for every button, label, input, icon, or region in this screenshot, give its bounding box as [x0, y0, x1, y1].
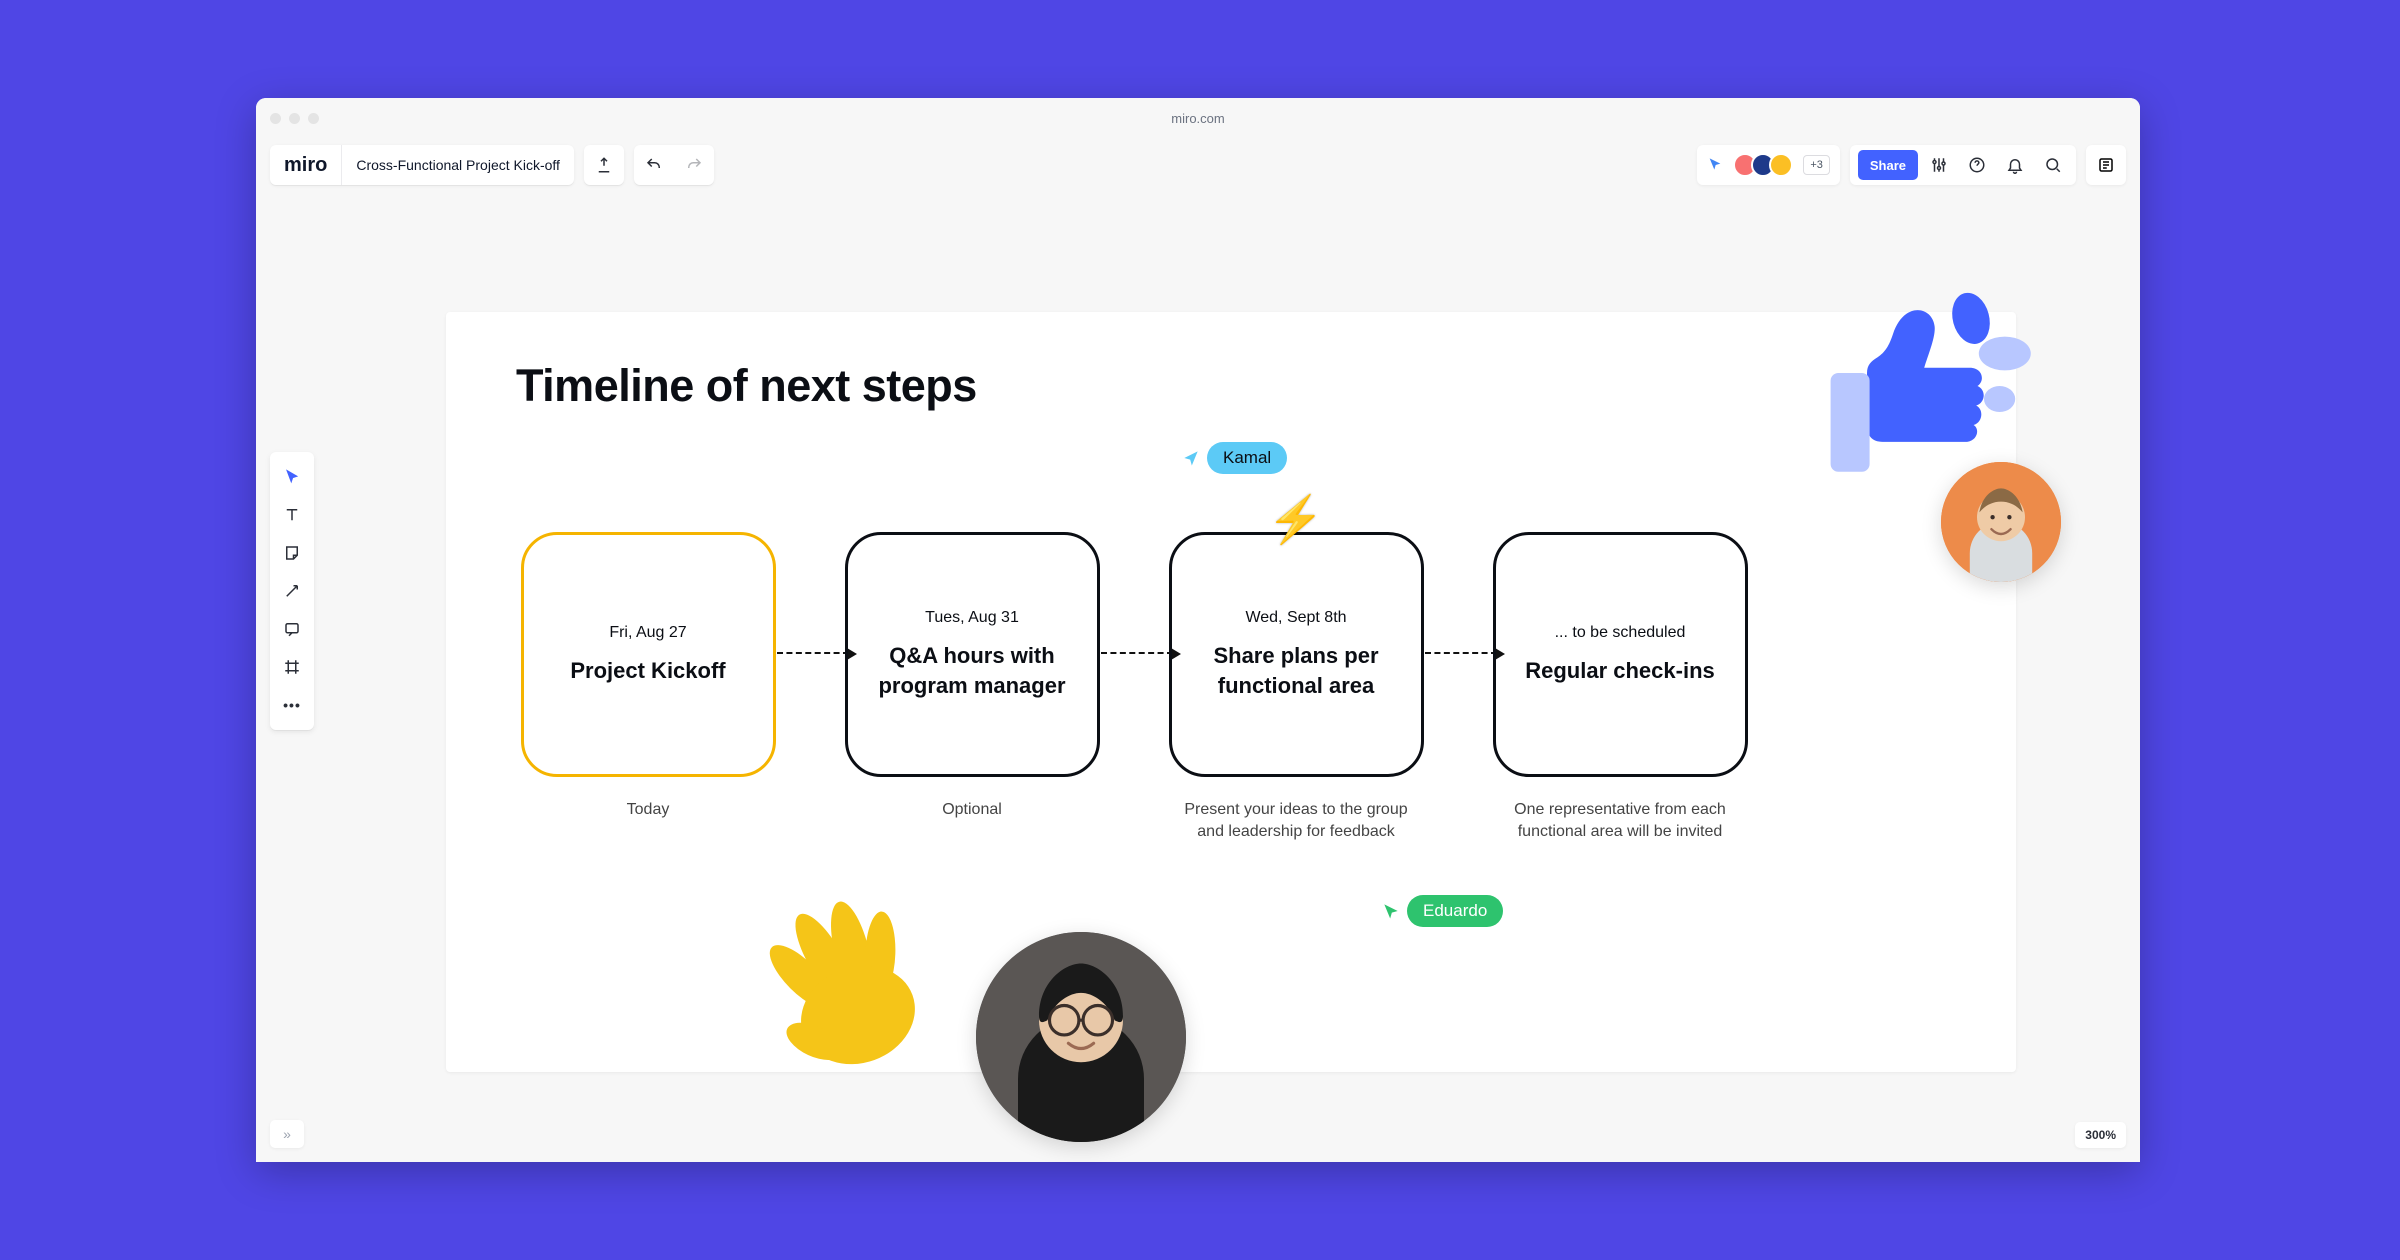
presence-cursor-icon [1707, 157, 1723, 173]
card-date: Fri, Aug 27 [609, 624, 686, 642]
cursor-icon [1381, 901, 1401, 921]
canvas-frame[interactable]: Timeline of next steps Kamal Fri, Aug 27… [446, 312, 2016, 1072]
traffic-light-close[interactable] [270, 113, 281, 124]
export-button[interactable] [584, 145, 624, 185]
timeline-step[interactable]: ... to be scheduled Regular check-ins On… [1488, 532, 1752, 844]
share-icons-card: Share [1850, 145, 2076, 185]
share-button[interactable]: Share [1858, 150, 1918, 180]
timeline-card[interactable]: Wed, Sept 8th Share plans per functional… [1169, 532, 1424, 777]
card-title: Project Kickoff [570, 656, 725, 686]
browser-chrome: miro.com [256, 98, 2140, 138]
connector-line [777, 652, 849, 654]
toolbar-right: +3 Share [1697, 145, 2126, 185]
timeline: Fri, Aug 27 Project Kickoff Today Tues, … [516, 532, 1966, 844]
lightning-icon: ⚡ [1267, 492, 1324, 547]
export-card [584, 145, 624, 185]
miro-logo[interactable]: miro [270, 145, 342, 185]
card-title: Regular check-ins [1525, 656, 1715, 686]
undo-button[interactable] [634, 145, 674, 185]
collaborator-cursor-kamal: Kamal [1181, 442, 1287, 474]
browser-window: miro.com miro Cross-Functional Project K… [256, 98, 2140, 1162]
timeline-card[interactable]: Tues, Aug 31 Q&A hours with program mana… [845, 532, 1100, 777]
presence-panel[interactable]: +3 [1697, 145, 1840, 185]
help-button[interactable] [1960, 145, 1994, 185]
connector-line [1101, 652, 1173, 654]
comment-tool[interactable] [270, 610, 314, 648]
card-caption: Present your ideas to the group and lead… [1171, 799, 1421, 844]
collaborator-tag: Eduardo [1407, 895, 1503, 927]
collaborator-tag: Kamal [1207, 442, 1287, 474]
left-toolbar: ••• [270, 452, 314, 730]
collaborator-cursor-eduardo: Eduardo [1381, 895, 1503, 927]
board-name[interactable]: Cross-Functional Project Kick-off [342, 157, 574, 173]
timeline-card[interactable]: ... to be scheduled Regular check-ins [1493, 532, 1748, 777]
timeline-step[interactable]: Tues, Aug 31 Q&A hours with program mana… [840, 532, 1104, 844]
card-caption: One representative from each functional … [1495, 799, 1745, 844]
frame-title: Timeline of next steps [516, 360, 977, 412]
select-tool[interactable] [270, 458, 314, 496]
card-title: Q&A hours with program manager [868, 641, 1077, 700]
browser-url: miro.com [1171, 111, 1224, 126]
expand-button[interactable]: » [270, 1120, 304, 1148]
card-date: ... to be scheduled [1555, 624, 1686, 642]
timeline-card[interactable]: Fri, Aug 27 Project Kickoff [521, 532, 776, 777]
search-button[interactable] [2036, 145, 2070, 185]
timeline-step[interactable]: Fri, Aug 27 Project Kickoff Today [516, 532, 780, 844]
avatar-stack [1733, 153, 1793, 177]
traffic-light-zoom[interactable] [308, 113, 319, 124]
settings-button[interactable] [1922, 145, 1956, 185]
cursor-icon [1181, 448, 1201, 468]
line-tool[interactable] [270, 572, 314, 610]
board-title-card: miro Cross-Functional Project Kick-off [270, 145, 574, 185]
text-tool[interactable] [270, 496, 314, 534]
collaborator-avatar[interactable] [1769, 153, 1793, 177]
traffic-lights [270, 113, 319, 124]
frame-tool[interactable] [270, 648, 314, 686]
undo-redo-card [634, 145, 714, 185]
canvas[interactable]: ••• Timeline of next steps Kamal Fri, Au… [256, 192, 2140, 1162]
sticky-tool[interactable] [270, 534, 314, 572]
notifications-button[interactable] [1998, 145, 2032, 185]
card-date: Wed, Sept 8th [1245, 609, 1346, 627]
card-caption: Optional [942, 799, 1002, 821]
card-date: Tues, Aug 31 [925, 609, 1019, 627]
more-tools[interactable]: ••• [270, 686, 314, 724]
timeline-step[interactable]: ⚡ Wed, Sept 8th Share plans per function… [1164, 532, 1428, 844]
redo-button[interactable] [674, 145, 714, 185]
participant-avatar [1941, 462, 2061, 582]
connector-line [1425, 652, 1497, 654]
card-title: Share plans per functional area [1192, 641, 1401, 700]
zoom-level[interactable]: 300% [2075, 1122, 2126, 1148]
more-collaborators[interactable]: +3 [1803, 155, 1830, 175]
activity-button[interactable] [2086, 145, 2126, 185]
participant-avatar [976, 932, 1186, 1142]
app-toolbar: miro Cross-Functional Project Kick-off [256, 138, 2140, 192]
card-caption: Today [627, 799, 670, 821]
wave-icon [746, 882, 946, 1082]
traffic-light-minimize[interactable] [289, 113, 300, 124]
